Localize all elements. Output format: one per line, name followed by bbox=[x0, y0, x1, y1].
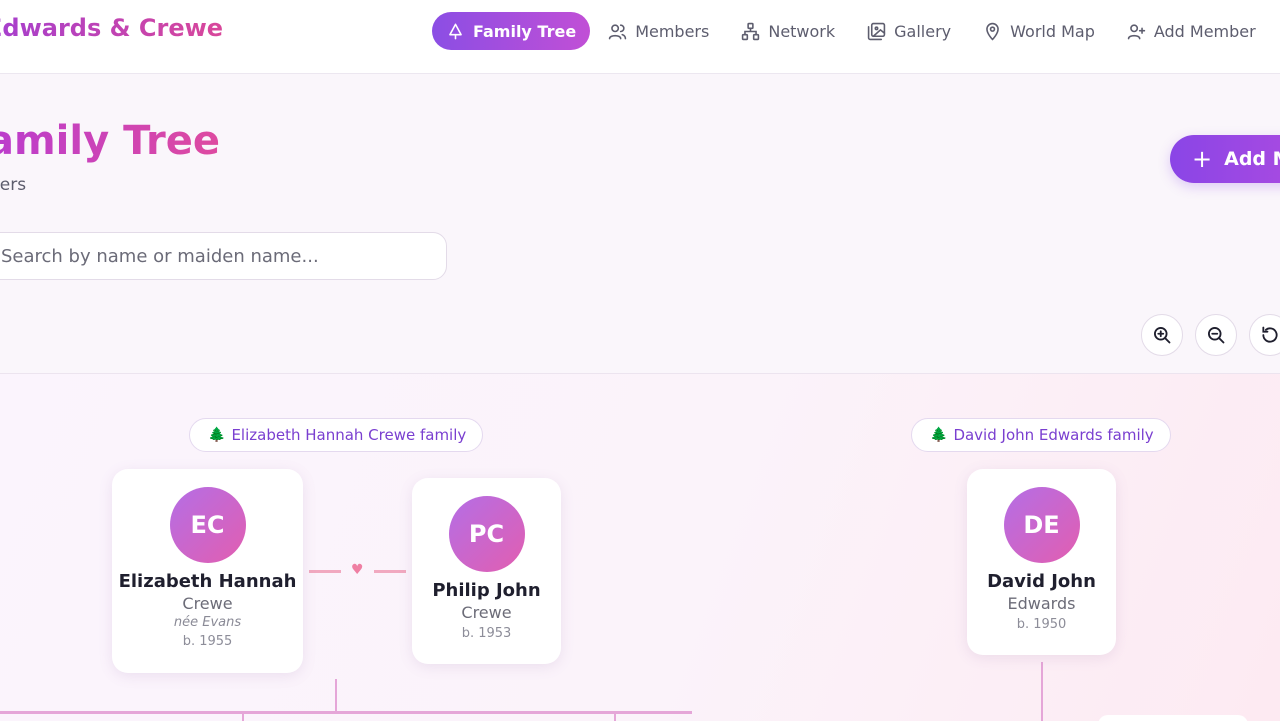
tree-icon: 🌲 bbox=[208, 427, 226, 443]
gallery-icon bbox=[867, 22, 886, 40]
page-title: Family Tree bbox=[0, 118, 220, 164]
tree-canvas[interactable]: 🌲 Elizabeth Hannah Crewe family 🌲 David … bbox=[0, 373, 1280, 721]
person-surname: Crewe bbox=[182, 594, 233, 613]
add-member-button[interactable]: + Add M bbox=[1170, 135, 1280, 183]
person-card-elizabeth[interactable]: EC Elizabeth Hannah Crewe née Evans b. 1… bbox=[112, 469, 303, 673]
person-card-david[interactable]: DE David John Edwards b. 1950 bbox=[967, 469, 1116, 655]
person-first-name: Elizabeth Hannah bbox=[118, 571, 297, 592]
family-label-text: David John Edwards family bbox=[953, 426, 1154, 444]
person-surname: Crewe bbox=[461, 603, 512, 622]
person-birth-year: b. 1955 bbox=[182, 634, 233, 649]
family-label-text: Elizabeth Hannah Crewe family bbox=[231, 426, 467, 444]
spouse-line bbox=[309, 570, 341, 573]
nav-gallery[interactable]: Gallery bbox=[855, 12, 965, 50]
plus-icon: + bbox=[1192, 145, 1213, 173]
zoom-out-button[interactable] bbox=[1195, 314, 1237, 356]
map-pin-icon bbox=[986, 22, 999, 41]
nav-network[interactable]: Network bbox=[729, 12, 849, 50]
person-first-name: David John bbox=[987, 571, 1096, 592]
zoom-in-icon bbox=[1154, 327, 1171, 344]
person-birth-year: b. 1950 bbox=[1016, 617, 1067, 632]
main-nav: Family Tree Members Network Gallery Worl… bbox=[432, 12, 1280, 50]
nav-label: Network bbox=[768, 21, 836, 41]
reset-icon bbox=[1262, 326, 1278, 343]
avatar: PC bbox=[448, 496, 525, 572]
avatar: EC bbox=[169, 487, 246, 563]
person-card-partial[interactable] bbox=[1098, 715, 1248, 721]
person-card-philip[interactable]: PC Philip John Crewe b. 1953 bbox=[412, 478, 561, 664]
avatar: DE bbox=[1003, 487, 1080, 563]
search-input[interactable] bbox=[0, 232, 447, 280]
descendant-line bbox=[335, 679, 337, 713]
nav-family-tree[interactable]: Family Tree bbox=[432, 12, 591, 50]
reset-view-button[interactable] bbox=[1249, 314, 1280, 356]
nav-add-member[interactable]: Add Member bbox=[1115, 12, 1270, 50]
family-label-edwards[interactable]: 🌲 David John Edwards family bbox=[911, 418, 1171, 452]
add-member-label: Add M bbox=[1224, 148, 1280, 170]
tree-icon: 🌲 bbox=[930, 427, 948, 443]
nav-label: World Map bbox=[1010, 21, 1095, 41]
top-header: Edwards & Crewe Family Tree Members Netw… bbox=[0, 0, 1280, 74]
nav-inbox[interactable]: In bbox=[1276, 12, 1280, 50]
nav-label: Gallery bbox=[894, 21, 952, 41]
zoom-in-button[interactable] bbox=[1141, 314, 1183, 356]
person-first-name: Philip John bbox=[432, 580, 541, 601]
sibling-line bbox=[0, 711, 692, 714]
spouse-line bbox=[374, 570, 406, 573]
person-surname: Edwards bbox=[1007, 594, 1076, 613]
nav-world-map[interactable]: World Map bbox=[971, 12, 1109, 50]
users-icon bbox=[608, 23, 627, 39]
descendant-line bbox=[1041, 662, 1043, 721]
zoom-out-icon bbox=[1208, 327, 1225, 344]
person-maiden-name: née Evans bbox=[173, 615, 242, 630]
nav-label: Members bbox=[635, 21, 710, 41]
nav-members[interactable]: Members bbox=[596, 12, 723, 50]
member-count: embers bbox=[0, 175, 27, 195]
brand-logo[interactable]: Edwards & Crewe bbox=[0, 14, 223, 42]
network-icon bbox=[742, 22, 760, 40]
nav-label: Family Tree bbox=[473, 21, 577, 41]
heart-icon: ♥ bbox=[351, 562, 364, 578]
person-birth-year: b. 1953 bbox=[461, 626, 512, 641]
user-plus-icon bbox=[1127, 23, 1146, 39]
tree-icon bbox=[449, 23, 462, 39]
nav-label: Add Member bbox=[1153, 21, 1256, 41]
family-label-crewe[interactable]: 🌲 Elizabeth Hannah Crewe family bbox=[189, 418, 484, 452]
